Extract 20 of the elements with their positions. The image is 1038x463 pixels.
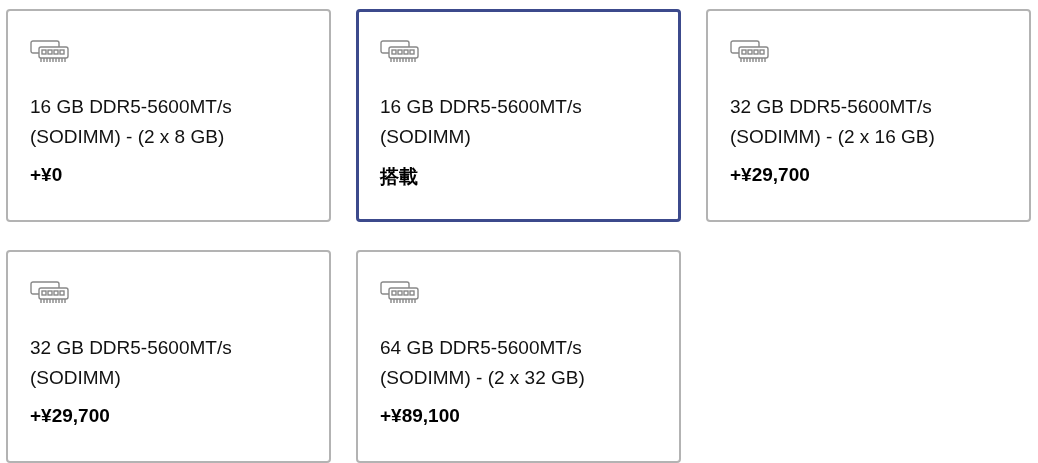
- option-price: +¥0: [30, 164, 63, 186]
- memory-option-card[interactable]: 16 GB DDR5-5600MT/s (SODIMM) - (2 x 8 GB) +¥0: [6, 9, 331, 222]
- memory-module-icon: [30, 40, 70, 64]
- option-price: +¥29,700: [30, 405, 110, 427]
- memory-option-card[interactable]: 32 GB DDR5-5600MT/s (SODIMM) - (2 x 16 GB) +¥29,700: [706, 9, 1031, 222]
- memory-module-icon: [380, 281, 420, 305]
- option-name: 32 GB DDR5-5600MT/s (SODIMM): [30, 336, 233, 390]
- option-price: +¥89,100: [380, 405, 460, 427]
- memory-option-card[interactable]: 64 GB DDR5-5600MT/s (SODIMM) - (2 x 32 GB) +¥89,100: [356, 250, 681, 463]
- memory-module-icon: [380, 40, 420, 64]
- memory-module-icon: [730, 40, 770, 64]
- option-price: 搭載: [380, 165, 418, 189]
- option-name: 16 GB DDR5-5600MT/s (SODIMM): [380, 95, 583, 149]
- option-name: 32 GB DDR5-5600MT/s (SODIMM) - (2 x 16 GB): [730, 95, 936, 149]
- option-price: +¥29,700: [730, 164, 810, 186]
- memory-option-card[interactable]: 32 GB DDR5-5600MT/s (SODIMM) +¥29,700: [6, 250, 331, 463]
- memory-module-icon: [30, 281, 70, 305]
- option-name: 16 GB DDR5-5600MT/s (SODIMM) - (2 x 8 GB): [30, 95, 233, 149]
- memory-option-card[interactable]: 16 GB DDR5-5600MT/s (SODIMM) 搭載: [356, 9, 681, 222]
- option-name: 64 GB DDR5-5600MT/s (SODIMM) - (2 x 32 GB): [380, 336, 586, 390]
